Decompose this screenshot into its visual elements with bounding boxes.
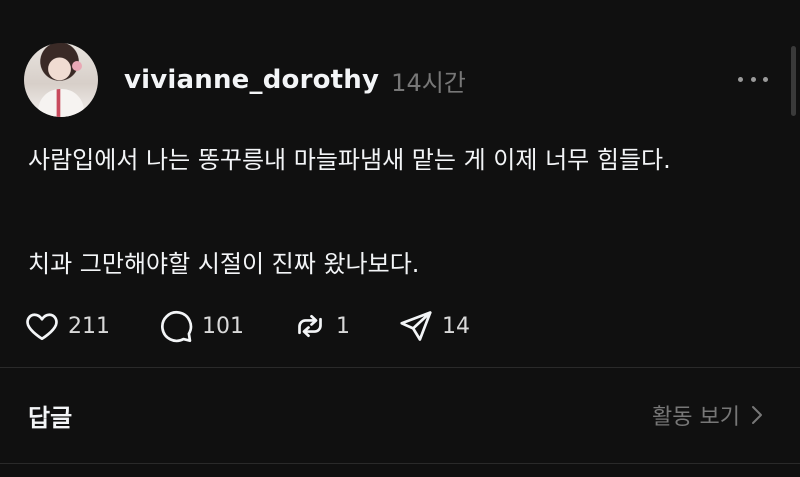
avatar-robe xyxy=(38,89,84,117)
scrollbar[interactable] xyxy=(791,46,796,116)
dot-3 xyxy=(763,76,768,82)
comment-button[interactable]: 101 xyxy=(158,308,244,344)
repost-count: 1 xyxy=(336,313,350,339)
heart-icon xyxy=(26,313,58,341)
repost-icon xyxy=(298,314,322,338)
dot-1 xyxy=(738,76,743,82)
divider xyxy=(0,463,800,464)
comment-count: 101 xyxy=(202,313,244,339)
share-count: 14 xyxy=(442,313,470,339)
replies-title: 답글 xyxy=(28,403,73,432)
post-text-paragraph-1: 사람입에서 나는 똥꾸릉내 마늘파냄새 맡는 게 이제 너무 힘들다. xyxy=(28,146,671,174)
post-time: 14시간 xyxy=(391,68,466,97)
divider xyxy=(0,367,800,368)
post-text-paragraph-2: 치과 그만해야할 시절이 진짜 왔나보다. xyxy=(28,250,420,278)
repost-button[interactable]: 1 xyxy=(292,308,350,344)
username[interactable]: vivianne_dorothy xyxy=(124,65,379,95)
dot-2 xyxy=(750,76,756,82)
avatar[interactable] xyxy=(24,43,98,117)
view-activity-link[interactable]: 활동 보기 xyxy=(652,399,764,431)
post-actions: 211 101 1 14 xyxy=(24,306,518,346)
share-button[interactable]: 14 xyxy=(398,308,470,344)
comment-bubble-icon xyxy=(161,310,193,343)
like-button[interactable]: 211 xyxy=(24,308,110,344)
send-icon xyxy=(400,311,432,341)
replies-header: 답글 활동 보기 xyxy=(28,390,764,440)
more-dots-icon[interactable] xyxy=(738,69,768,89)
post-header: vivianne_dorothy 14시간 xyxy=(24,43,776,117)
view-activity-label: 활동 보기 xyxy=(652,405,740,430)
avatar-hair-flower xyxy=(72,61,82,71)
like-count: 211 xyxy=(68,313,110,339)
chevron-right-icon xyxy=(752,406,762,424)
